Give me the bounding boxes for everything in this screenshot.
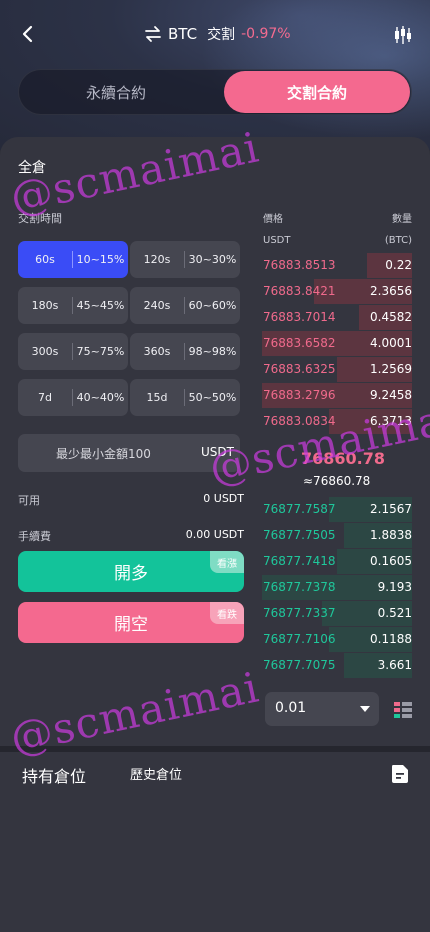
bid-qty: 0.521 xyxy=(377,606,412,620)
bid-price: 76877.7587 xyxy=(263,502,336,516)
amount-placeholder: 最少最小金額100 xyxy=(56,447,151,461)
document-icon[interactable] xyxy=(389,763,411,785)
open-long-label: 開多 xyxy=(114,564,148,584)
duration-time: 15d xyxy=(146,391,168,404)
duration-range: 98~98% xyxy=(188,345,237,358)
ask-price: 76883.8513 xyxy=(263,258,336,272)
duration-option[interactable]: 300s 75~75% xyxy=(18,333,128,370)
duration-option[interactable]: 180s 45~45% xyxy=(18,287,128,324)
duration-option[interactable]: 240s 60~60% xyxy=(130,287,240,324)
duration-range: 45~45% xyxy=(76,299,125,312)
price-change: -0.97% xyxy=(241,26,291,42)
ask-row[interactable]: 76883.6582 4.0001 xyxy=(262,331,412,356)
duration-time: 300s xyxy=(31,345,59,358)
duration-time: 60s xyxy=(35,253,55,266)
bullish-tag: 看漲 xyxy=(210,551,244,573)
bid-qty: 3.661 xyxy=(377,658,412,672)
ask-qty: 9.2458 xyxy=(370,388,412,402)
tab-open-positions[interactable]: 持有倉位 xyxy=(22,763,86,787)
duration-range: 50~50% xyxy=(188,391,237,404)
fee-value: 0.00 USDT xyxy=(185,528,244,541)
ask-qty: 0.4582 xyxy=(370,310,412,324)
bid-price: 76877.7418 xyxy=(263,554,336,568)
ask-row[interactable]: 76883.6325 1.2569 xyxy=(262,357,412,382)
duration-range: 30~30% xyxy=(188,253,237,266)
duration-time: 120s xyxy=(143,253,171,266)
ask-price: 76883.2796 xyxy=(263,388,336,402)
contract-type-tabs: 永續合約 交割合約 xyxy=(18,69,412,115)
ask-price: 76883.6325 xyxy=(263,362,336,376)
ask-qty: 2.3656 xyxy=(370,284,412,298)
bid-price: 76877.7337 xyxy=(263,606,336,620)
duration-option[interactable]: 120s 30~30% xyxy=(130,241,240,278)
duration-option[interactable]: 360s 98~98% xyxy=(130,333,240,370)
tab-position-history[interactable]: 歷史倉位 xyxy=(130,764,182,783)
contract-type: 交割 xyxy=(207,27,236,43)
bid-row[interactable]: 76877.7106 0.1188 xyxy=(262,627,412,652)
bid-row[interactable]: 76877.7075 3.661 xyxy=(262,653,412,678)
ask-qty: 0.22 xyxy=(385,258,412,272)
qty-column-label: 數量 xyxy=(392,214,412,225)
tab-perpetual[interactable]: 永續合約 xyxy=(23,70,209,114)
bid-price: 76877.7378 xyxy=(263,580,336,594)
duration-option[interactable]: 7d 40~40% xyxy=(18,379,128,416)
price-column-label: 價格 xyxy=(263,214,283,225)
available-value: 0 USDT xyxy=(203,492,244,505)
duration-option[interactable]: 15d 50~50% xyxy=(130,379,240,416)
depth-precision-value: 0.01 xyxy=(275,700,307,716)
symbol-selector[interactable]: BTC 交割 -0.97% xyxy=(144,24,291,44)
depth-precision-select[interactable]: 0.01 xyxy=(265,692,379,726)
duration-time: 180s xyxy=(31,299,59,312)
ask-row[interactable]: 76883.8513 0.22 xyxy=(262,253,412,278)
bid-qty: 1.8838 xyxy=(370,528,412,542)
bid-qty: 0.1605 xyxy=(370,554,412,568)
symbol-name: BTC xyxy=(168,25,198,43)
duration-range: 60~60% xyxy=(188,299,237,312)
bid-row[interactable]: 76877.7587 2.1567 xyxy=(262,497,412,522)
open-short-label: 開空 xyxy=(114,615,148,635)
back-arrow-icon[interactable] xyxy=(18,22,38,46)
swap-arrows-icon xyxy=(145,26,161,42)
duration-range: 10~15% xyxy=(76,253,125,266)
bid-row[interactable]: 76877.7337 0.521 xyxy=(262,601,412,626)
available-label: 可用 xyxy=(18,494,40,507)
bid-price: 76877.7505 xyxy=(263,528,336,542)
ask-qty: 4.0001 xyxy=(370,336,412,350)
open-long-button[interactable]: 開多 看漲 xyxy=(18,551,244,592)
qty-unit: (BTC) xyxy=(384,235,412,246)
bid-price: 76877.7075 xyxy=(263,658,336,672)
bid-price: 76877.7106 xyxy=(263,632,336,646)
fee-label: 手續費 xyxy=(18,530,51,543)
top-bar: BTC 交割 -0.97% xyxy=(0,14,430,54)
duration-time: 240s xyxy=(143,299,171,312)
bid-row[interactable]: 76877.7418 0.1605 xyxy=(262,549,412,574)
price-unit: USDT xyxy=(263,235,291,246)
ask-row[interactable]: 76883.7014 0.4582 xyxy=(262,305,412,330)
bearish-tag: 看跌 xyxy=(210,602,244,624)
tab-delivery[interactable]: 交割合約 xyxy=(224,71,410,113)
chevron-down-icon xyxy=(360,706,370,712)
ask-price: 76883.8421 xyxy=(263,284,336,298)
ask-price: 76883.6582 xyxy=(263,336,336,350)
ask-qty: 1.2569 xyxy=(370,362,412,376)
orderbook-layout-icon[interactable] xyxy=(393,700,413,720)
bid-row[interactable]: 76877.7505 1.8838 xyxy=(262,523,412,548)
duration-time: 360s xyxy=(143,345,171,358)
candlestick-chart-icon[interactable] xyxy=(392,24,414,46)
bid-row[interactable]: 76877.7378 9.193 xyxy=(262,575,412,600)
ask-price: 76883.7014 xyxy=(263,310,336,324)
duration-range: 75~75% xyxy=(76,345,125,358)
ask-row[interactable]: 76883.2796 9.2458 xyxy=(262,383,412,408)
bid-qty: 9.193 xyxy=(377,580,412,594)
bid-qty: 2.1567 xyxy=(370,502,412,516)
duration-range: 40~40% xyxy=(76,391,125,404)
duration-time: 7d xyxy=(38,391,52,404)
duration-option[interactable]: 60s 10~15% xyxy=(18,241,128,278)
last-price-equivalent: ≈76860.78 xyxy=(303,474,371,488)
ask-row[interactable]: 76883.8421 2.3656 xyxy=(262,279,412,304)
bid-qty: 0.1188 xyxy=(370,632,412,646)
open-short-button[interactable]: 開空 看跌 xyxy=(18,602,244,643)
